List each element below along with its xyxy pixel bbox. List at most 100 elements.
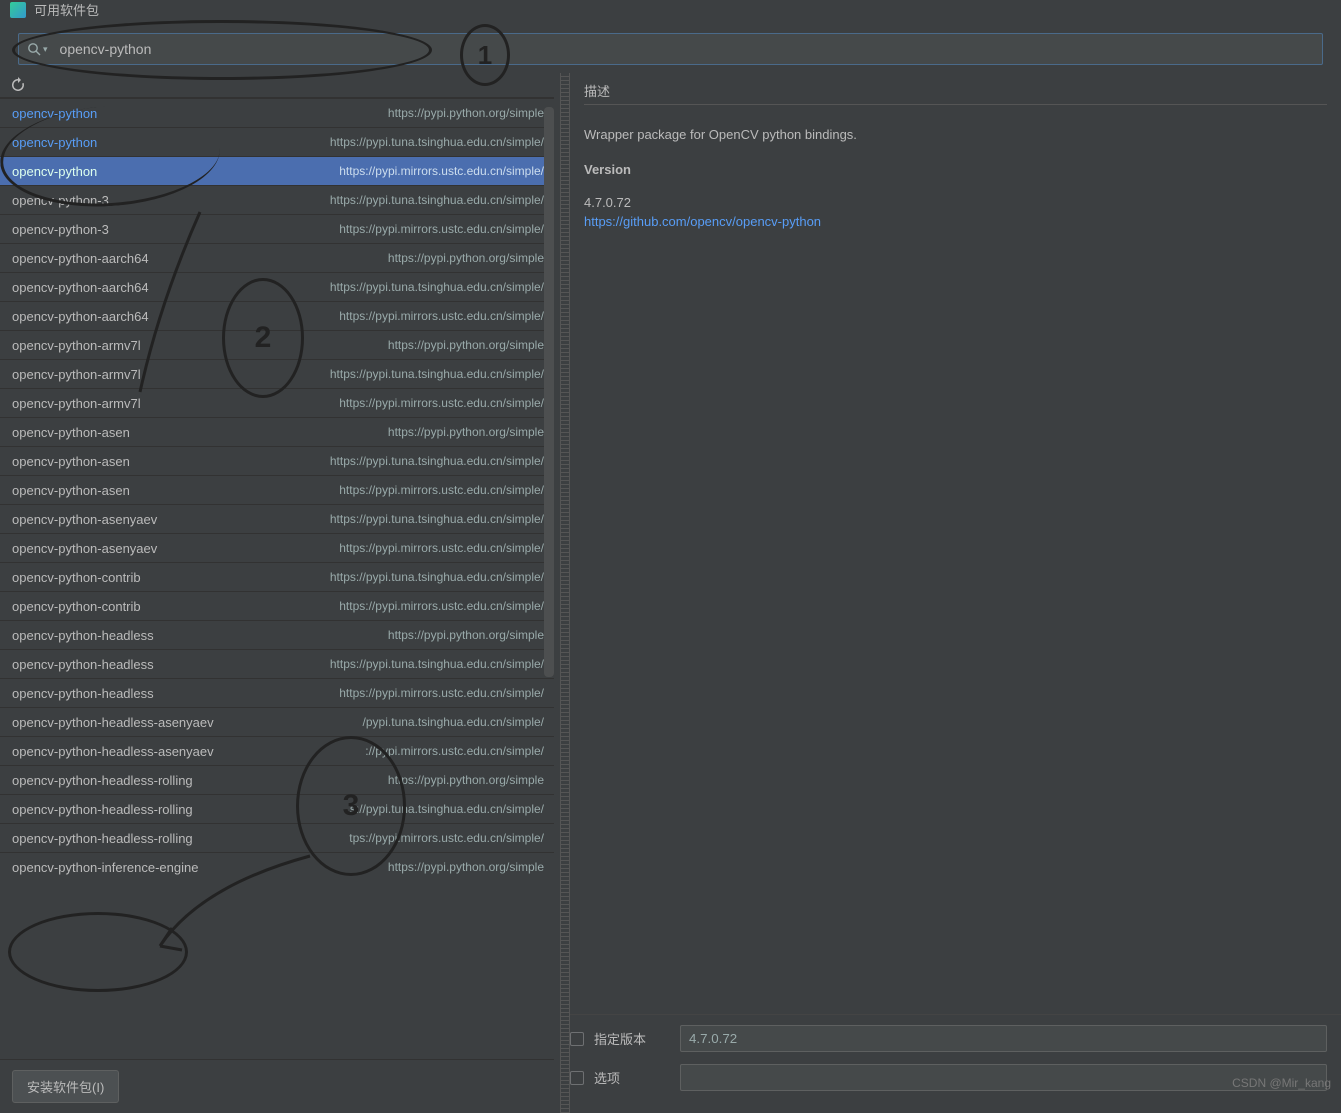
package-name: opencv-python-inference-engine [12, 860, 198, 875]
package-row[interactable]: opencv-python-headless https://pypi.pytho… [0, 620, 554, 649]
options-input[interactable] [680, 1064, 1327, 1091]
package-name: opencv-python-aarch64 [12, 280, 149, 295]
package-name: opencv-python-asen [12, 454, 130, 469]
package-source: https://pypi.mirrors.ustc.edu.cn/simple/ [339, 222, 544, 236]
package-source: https://pypi.python.org/simple [388, 251, 544, 265]
package-name: opencv-python-headless [12, 686, 154, 701]
search-options-caret-icon[interactable]: ▾ [43, 44, 48, 55]
package-name: opencv-python-headless-rolling [12, 802, 193, 817]
package-name: opencv-python-asen [12, 425, 130, 440]
specify-version-input[interactable] [680, 1025, 1327, 1052]
package-name: opencv-python-headless-asenyaev [12, 744, 214, 759]
package-row[interactable]: opencv-python-3 https://pypi.mirrors.ustc… [0, 214, 554, 243]
package-source: https://pypi.python.org/simple [388, 425, 544, 439]
package-row[interactable]: opencv-python-3 https://pypi.tuna.tsinghu… [0, 185, 554, 214]
package-row[interactable]: opencv-python-headlesshttps://pypi.tuna.… [0, 649, 554, 678]
package-source: https://pypi.mirrors.ustc.edu.cn/simple/ [339, 686, 544, 700]
package-source: https://pypi.tuna.tsinghua.edu.cn/simple… [330, 135, 544, 149]
panel-divider[interactable] [560, 73, 570, 1113]
package-row[interactable]: opencv-python-headless-asenyaev/pypi.tun… [0, 707, 554, 736]
package-name: opencv-python-contrib [12, 570, 141, 585]
package-source: https://pypi.tuna.tsinghua.edu.cn/simple… [330, 657, 544, 671]
package-name: opencv-python-aarch64 [12, 251, 149, 266]
options-label: 选项 [594, 1068, 670, 1087]
package-row[interactable]: opencv-python https://pypi.python.org/sim… [0, 98, 554, 127]
package-row[interactable]: opencv-python-contribhttps://pypi.mirror… [0, 591, 554, 620]
package-row[interactable]: opencv-python-headless-asenyaev ://pypi.m… [0, 736, 554, 765]
package-source: https://pypi.mirrors.ustc.edu.cn/simple/ [339, 164, 544, 178]
scrollbar[interactable] [544, 107, 554, 677]
specify-version-checkbox[interactable] [570, 1032, 584, 1046]
watermark: CSDN @Mir_kang [1232, 1076, 1331, 1090]
package-row[interactable]: opencv-python-inference-engine https://py… [0, 852, 554, 881]
package-row[interactable]: opencv-python-aarch64https://pypi.mirror… [0, 301, 554, 330]
package-row[interactable]: opencv-python https://pypi.tuna.tsinghua.… [0, 127, 554, 156]
install-options-form: 指定版本 选项 [570, 1014, 1341, 1113]
toolbar [0, 73, 554, 98]
package-source: https://pypi.tuna.tsinghua.edu.cn/simple… [330, 512, 544, 526]
package-name: opencv-python-armv7l [12, 396, 141, 411]
package-row[interactable]: opencv-python-armv7l https://pypi.mirrors… [0, 388, 554, 417]
package-row[interactable]: opencv-python-contrib https://pypi.tuna.t… [0, 562, 554, 591]
package-source: https://pypi.tuna.tsinghua.edu.cn/simple… [330, 570, 544, 584]
package-row[interactable]: opencv-python-headless-rollingtps://pypi… [0, 823, 554, 852]
homepage-link[interactable]: https://github.com/opencv/opencv-python [584, 214, 1327, 229]
search-input[interactable] [60, 41, 1314, 57]
package-source: https://pypi.python.org/simple [388, 106, 544, 120]
description-section-title: 描述 [584, 81, 1327, 105]
refresh-icon[interactable] [10, 77, 26, 93]
package-source: https://pypi.python.org/simple [388, 628, 544, 642]
package-list[interactable]: opencv-python https://pypi.python.org/sim… [0, 98, 554, 1059]
package-row[interactable]: opencv-python-headless-rollinghttps://py… [0, 765, 554, 794]
package-row[interactable]: opencv-python-armv7l https://pypi.python.… [0, 330, 554, 359]
package-row[interactable]: opencv-python-armv7l https://pypi.tuna.ts… [0, 359, 554, 388]
package-source: /pypi.tuna.tsinghua.edu.cn/simple/ [363, 715, 544, 729]
package-row[interactable]: opencv-python-asenyaev https://pypi.tuna.… [0, 504, 554, 533]
package-source: https://pypi.tuna.tsinghua.edu.cn/simple… [330, 367, 544, 381]
window-title: 可用软件包 [34, 0, 99, 19]
package-row[interactable]: opencv-python-headless https://pypi.mirro… [0, 678, 554, 707]
package-name: opencv-python-3 [12, 222, 109, 237]
package-source: ://pypi.mirrors.ustc.edu.cn/simple/ [365, 744, 544, 758]
package-name: opencv-python-asenyaev [12, 541, 157, 556]
package-name: opencv-python-armv7l [12, 338, 141, 353]
package-row[interactable]: opencv-python-aarch64 https://pypi.python… [0, 243, 554, 272]
options-checkbox[interactable] [570, 1071, 584, 1085]
package-name: opencv-python [12, 106, 97, 121]
package-source: https://pypi.tuna.tsinghua.edu.cn/simple… [330, 193, 544, 207]
package-source: https://pypi.python.org/simple [388, 773, 544, 787]
search-icon [27, 42, 41, 56]
search-bar[interactable]: ▾ [18, 33, 1323, 65]
package-description: Wrapper package for OpenCV python bindin… [584, 127, 1327, 142]
package-name: opencv-python-3 [12, 193, 109, 208]
specify-version-label: 指定版本 [594, 1029, 670, 1048]
package-name: opencv-python-aarch64 [12, 309, 149, 324]
package-source: https://pypi.tuna.tsinghua.edu.cn/simple… [330, 280, 544, 294]
package-row[interactable]: opencv-python-aarch64 https://pypi.tuna.t… [0, 272, 554, 301]
package-source: s://pypi.tuna.tsinghua.edu.cn/simple/ [350, 802, 544, 816]
package-source: https://pypi.mirrors.ustc.edu.cn/simple/ [339, 396, 544, 410]
package-name: opencv-python [12, 135, 97, 150]
package-source: https://pypi.python.org/simple [388, 860, 544, 874]
package-list-panel: opencv-python https://pypi.python.org/sim… [0, 73, 560, 1113]
package-name: opencv-python-armv7l [12, 367, 141, 382]
package-row[interactable]: opencv-python-asenhttps://pypi.tuna.tsin… [0, 446, 554, 475]
package-row[interactable]: opencv-python-asenyaev https://pypi.mirro… [0, 533, 554, 562]
package-row[interactable]: opencv-python-asenhttps://pypi.mirrors.u… [0, 475, 554, 504]
window-title-bar: 可用软件包 [0, 0, 1341, 27]
package-row[interactable]: opencv-python https://pypi.mirrors.ustc.e… [0, 156, 554, 185]
package-name: opencv-python-asenyaev [12, 512, 157, 527]
package-row[interactable]: opencv-python-asen https://pypi.python.or… [0, 417, 554, 446]
package-row[interactable]: opencv-python-headless-rolling s://pypi.t… [0, 794, 554, 823]
package-name: opencv-python-asen [12, 483, 130, 498]
package-name: opencv-python-headless-asenyaev [12, 715, 214, 730]
package-name: opencv-python-headless [12, 628, 154, 643]
package-source: https://pypi.mirrors.ustc.edu.cn/simple/ [339, 599, 544, 613]
package-source: https://pypi.mirrors.ustc.edu.cn/simple/ [339, 541, 544, 555]
package-source: tps://pypi.mirrors.ustc.edu.cn/simple/ [349, 831, 544, 845]
version-label: Version [584, 162, 1327, 177]
package-source: https://pypi.python.org/simple [388, 338, 544, 352]
version-value: 4.7.0.72 [584, 195, 1327, 210]
package-name: opencv-python [12, 164, 97, 179]
install-package-button[interactable]: 安装软件包(I) [12, 1070, 119, 1103]
